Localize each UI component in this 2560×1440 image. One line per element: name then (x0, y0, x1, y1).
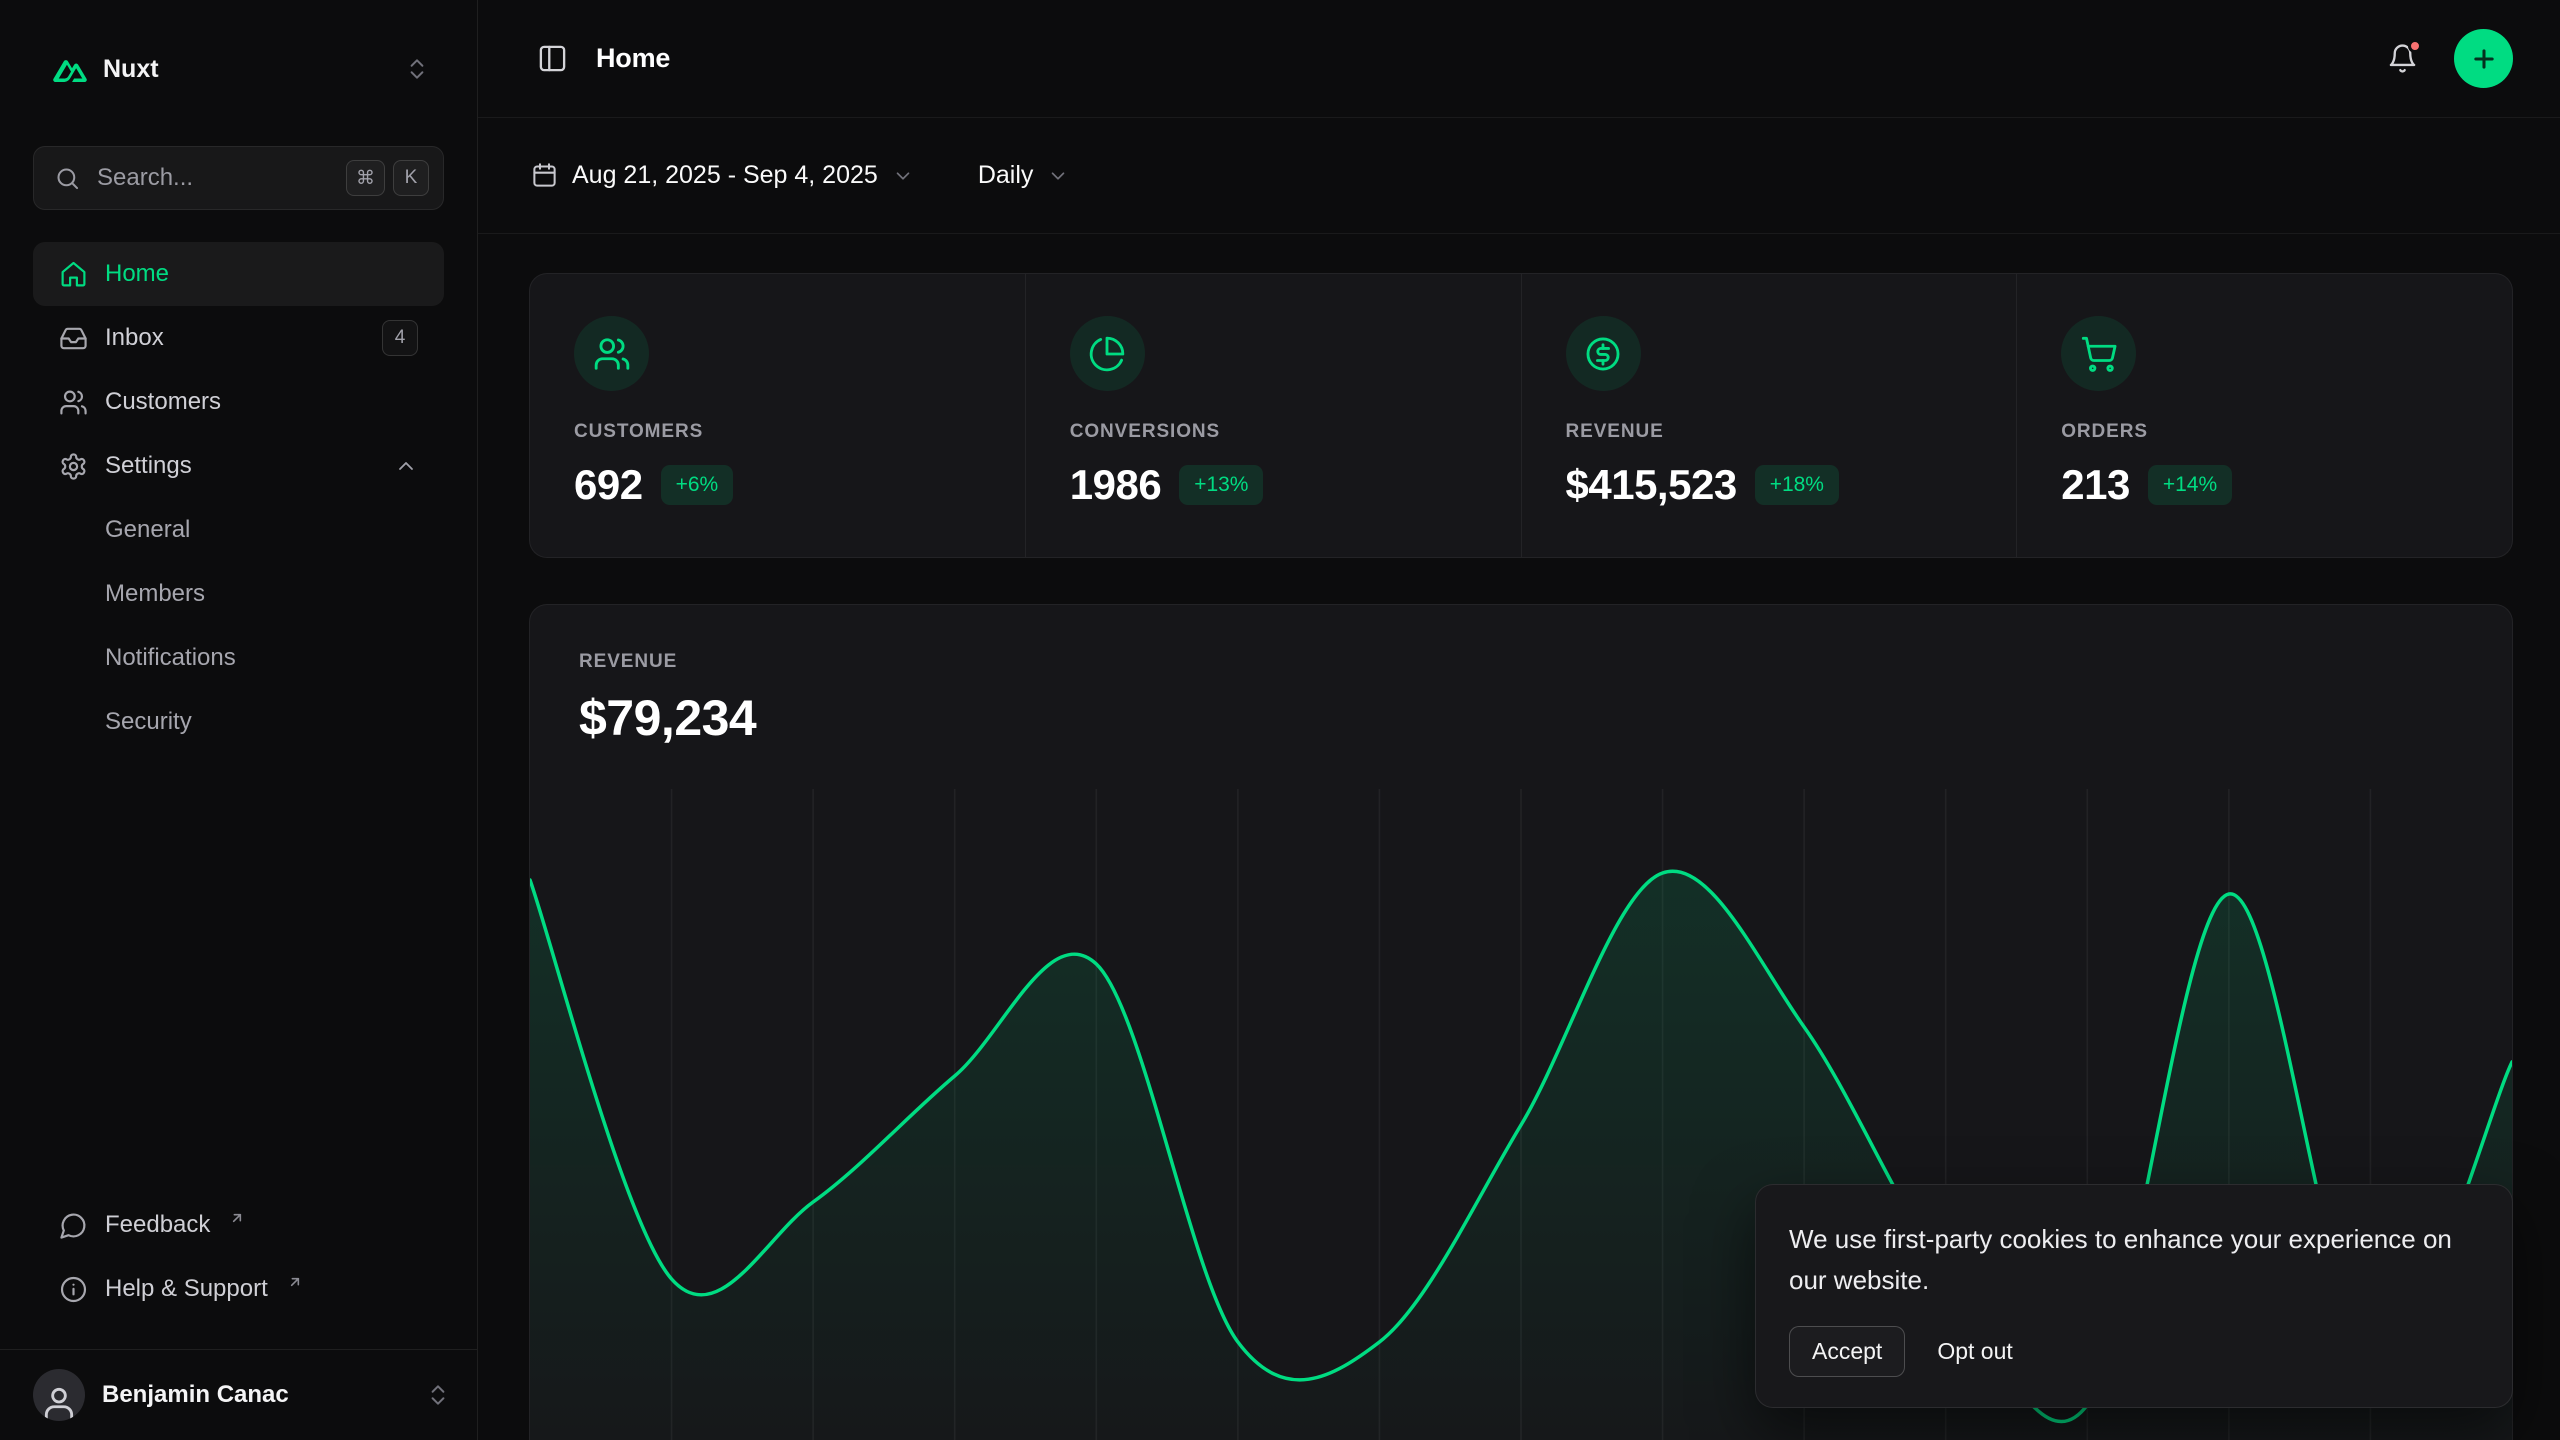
granularity-label: Daily (978, 161, 1034, 190)
stat-value: 692 (574, 461, 643, 509)
nuxt-logo-icon (53, 55, 87, 83)
gear-icon (59, 452, 88, 481)
sidebar-footer: Feedback Help & Support (33, 1193, 444, 1349)
stat-value: $415,523 (1566, 461, 1737, 509)
chevrons-up-down-icon (425, 1382, 451, 1408)
users-icon (574, 316, 649, 391)
search-box[interactable]: ⌘ K (33, 146, 444, 210)
sidebar-item-inbox[interactable]: Inbox 4 (33, 306, 444, 370)
stat-label: CUSTOMERS (574, 421, 703, 443)
info-circle-icon (59, 1275, 88, 1304)
accept-button[interactable]: Accept (1789, 1326, 1905, 1377)
stat-delta-badge: +13% (1179, 465, 1263, 505)
sidebar: Nuxt ⌘ K (0, 0, 478, 1440)
cookie-banner: We use first-party cookies to enhance yo… (1755, 1184, 2513, 1408)
sidebar-subitem-label: Security (105, 708, 192, 736)
stats-summary: CUSTOMERS 692 +6% CONVERSIONS 1986 +13% (529, 273, 2513, 558)
sidebar-item-settings[interactable]: Settings (33, 434, 444, 498)
stat-label: REVENUE (1566, 421, 1664, 443)
date-range-label: Aug 21, 2025 - Sep 4, 2025 (572, 161, 878, 190)
plus-icon (2470, 45, 2498, 73)
stat-orders: ORDERS 213 +14% (2016, 274, 2512, 557)
chevron-up-icon (394, 454, 418, 478)
feedback-link[interactable]: Feedback (33, 1193, 444, 1257)
team-switcher[interactable]: Nuxt (33, 36, 444, 102)
avatar (33, 1369, 85, 1421)
sidebar-subitem-label: Members (105, 580, 205, 608)
external-link-icon (229, 1210, 245, 1226)
help-support-link[interactable]: Help & Support (33, 1257, 444, 1321)
kbd-cmd: ⌘ (346, 160, 385, 196)
app-root: Nuxt ⌘ K (0, 0, 2560, 1440)
filters-toolbar: Aug 21, 2025 - Sep 4, 2025 Daily (478, 118, 2560, 234)
sidebar-toggle-button[interactable] (531, 37, 574, 80)
sidebar-subitem-label: Notifications (105, 644, 236, 672)
stat-delta-badge: +18% (1755, 465, 1839, 505)
stat-conversions: CONVERSIONS 1986 +13% (1025, 274, 1521, 557)
inbox-icon (59, 324, 88, 353)
date-range-picker[interactable]: Aug 21, 2025 - Sep 4, 2025 (531, 161, 914, 190)
sidebar-item-label: Customers (105, 388, 221, 416)
sidebar-nav: Home Inbox 4 Customers (33, 242, 444, 754)
sidebar-item-general[interactable]: General (33, 498, 444, 562)
help-support-label: Help & Support (105, 1275, 268, 1303)
opt-out-button[interactable]: Opt out (1933, 1327, 2016, 1376)
external-link-icon (287, 1274, 303, 1290)
home-icon (59, 260, 88, 289)
panel-left-icon (537, 43, 568, 74)
page-header: Home (478, 0, 2560, 118)
pie-chart-icon (1070, 316, 1145, 391)
stat-value: 213 (2061, 461, 2130, 509)
chevron-down-icon (1047, 165, 1069, 187)
granularity-select[interactable]: Daily (978, 161, 1070, 190)
dollar-circle-icon (1566, 316, 1641, 391)
new-item-button[interactable] (2454, 29, 2513, 88)
chevron-down-icon (892, 165, 914, 187)
kbd-k: K (393, 160, 429, 196)
sidebar-item-label: Inbox (105, 324, 164, 352)
stat-customers: CUSTOMERS 692 +6% (530, 274, 1025, 557)
chevrons-up-down-icon (404, 56, 430, 82)
stat-delta-badge: +6% (661, 465, 734, 505)
sidebar-item-label: Home (105, 260, 169, 288)
page-title: Home (596, 43, 670, 74)
sidebar-item-customers[interactable]: Customers (33, 370, 444, 434)
search-input[interactable] (97, 164, 330, 192)
chart-title: REVENUE (579, 651, 2463, 673)
sidebar-item-label: Settings (105, 452, 192, 480)
notifications-button[interactable] (2381, 37, 2424, 80)
stat-delta-badge: +14% (2148, 465, 2232, 505)
notification-dot (2408, 39, 2422, 53)
user-menu[interactable]: Benjamin Canac (0, 1349, 477, 1440)
brand-name: Nuxt (103, 55, 159, 84)
user-name: Benjamin Canac (102, 1381, 289, 1409)
users-icon (59, 388, 88, 417)
sidebar-item-home[interactable]: Home (33, 242, 444, 306)
chart-total-value: $79,234 (579, 689, 2463, 747)
cart-icon (2061, 316, 2136, 391)
cookie-message: We use first-party cookies to enhance yo… (1789, 1219, 2479, 1300)
feedback-label: Feedback (105, 1211, 210, 1239)
search-icon (54, 165, 81, 192)
stat-revenue: REVENUE $415,523 +18% (1521, 274, 2017, 557)
sidebar-item-security[interactable]: Security (33, 690, 444, 754)
inbox-count-badge: 4 (382, 320, 418, 356)
calendar-icon (531, 162, 558, 189)
stat-label: ORDERS (2061, 421, 2148, 443)
sidebar-item-notifications[interactable]: Notifications (33, 626, 444, 690)
stat-value: 1986 (1070, 461, 1161, 509)
sidebar-subitem-label: General (105, 516, 190, 544)
sidebar-item-members[interactable]: Members (33, 562, 444, 626)
chat-bubble-icon (59, 1211, 88, 1240)
stat-label: CONVERSIONS (1070, 421, 1220, 443)
